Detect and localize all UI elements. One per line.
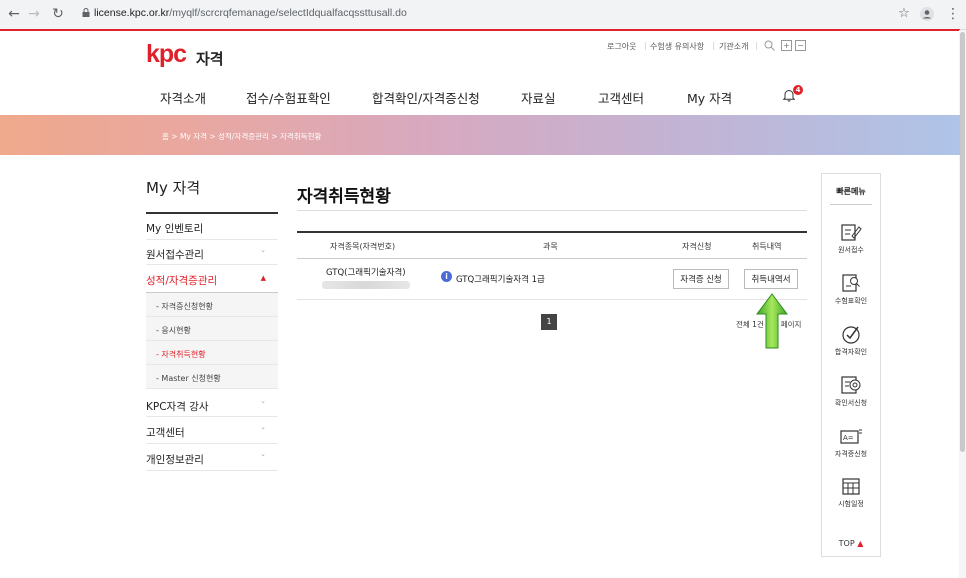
profile-icon[interactable] [920,7,934,21]
about-link[interactable]: 기관소개 [719,41,748,52]
sidebar-item-label: My 인벤토리 [146,223,204,235]
quick-item-confirmation[interactable]: 확인서신청 [822,375,880,408]
browser-toolbar: ← → ↻ license.kpc.or.kr/myqlf/scrcrqfema… [0,0,966,30]
sidebar-item-grades[interactable]: 성적/자격증관리 ▲ [146,265,278,293]
top-accent-line [0,29,960,31]
certificate-stamp-icon [841,376,861,394]
sidebar-sub-acquisition[interactable]: - 자격취득현황 [146,341,278,365]
id-card-icon: A= [840,429,862,444]
th-apply: 자격신청 [682,242,712,251]
quick-menu-divider [830,204,872,205]
quick-item-label: 원서접수 [838,246,864,254]
address-bar[interactable]: license.kpc.or.kr/myqlf/scrcrqfemanage/s… [94,7,407,19]
quick-item-label: 수험표확인 [834,297,868,305]
zoom-in-icon[interactable]: + [781,40,792,51]
gnb-item-archive[interactable]: 자료실 [521,88,556,107]
logo-mark: kpc [146,40,187,68]
top-label: TOP [838,539,855,548]
acquisition-history-button[interactable]: 취득내역서 [744,269,798,289]
ticket-search-icon [842,274,860,292]
sidebar-title: My 자격 [146,179,201,197]
th-subject: 과목 [543,242,558,251]
sidebar-sub-master[interactable]: - Master 신청현황 [146,365,278,389]
chevron-down-icon: ⌄ [260,397,266,405]
gnb-item-intro[interactable]: 자격소개 [160,88,206,107]
star-icon[interactable]: ☆ [896,6,912,21]
search-icon[interactable] [764,40,775,51]
gnb-item-pass-check[interactable]: 합격확인/자격증신청 [372,88,480,107]
scrollbar-thumb[interactable] [960,32,965,452]
sidebar-divider [146,212,278,214]
menu-dots-icon[interactable]: ⋮ [945,6,961,22]
util-divider: | [644,41,647,50]
calendar-icon [842,478,860,495]
quick-item-label: 시험일정 [838,500,864,508]
sidebar-item-label: 개인정보관리 [146,454,204,466]
sidebar-item-application[interactable]: 원서접수관리 ⌄ [146,240,278,265]
forward-icon[interactable]: → [26,6,42,22]
quick-item-label: 합격자확인 [834,348,868,356]
form-pen-icon [841,224,862,241]
quick-item-label: 자격증신청 [834,450,868,458]
redacted-cert-number [322,281,410,289]
apply-certificate-button[interactable]: 자격증 신청 [673,269,729,289]
table-top-border [297,231,807,233]
chevron-down-icon: ⌄ [260,246,266,254]
svg-text:A=: A= [843,434,854,442]
logout-link[interactable]: 로그아웃 [607,41,636,52]
lock-icon [82,8,90,17]
table-header-divider [297,258,807,259]
sidebar-item-label: KPC자격 강사 [146,401,209,413]
sidebar-item-support[interactable]: 고객센터 ⌄ [146,417,278,444]
th-history: 취득내역 [752,242,782,251]
chevron-down-icon: ⌄ [260,423,266,431]
quick-item-label: 확인서신청 [834,399,868,407]
arrow-up-icon: ▲ [857,539,864,548]
back-icon[interactable]: ← [6,6,22,22]
quick-menu-title: 빠른메뉴 [836,187,866,196]
cell-qualification: GTQ(그래픽기술자격) [326,268,406,278]
sidebar-item-privacy[interactable]: 개인정보관리 ⌄ [146,444,278,471]
sidebar-item-inventory[interactable]: My 인벤토리 [146,215,278,240]
chevron-up-icon: ▲ [260,274,266,282]
top-button[interactable]: TOP ▲ [822,539,880,548]
util-divider: | [712,41,715,50]
quick-item-pass[interactable]: 합격자확인 [822,324,880,357]
sidebar-item-label: 고객센터 [146,427,185,439]
sidebar-sub-exam-status[interactable]: - 응시현황 [146,317,278,341]
url-host: license.kpc.or.kr [94,7,170,19]
title-divider [297,210,807,211]
util-divider: | [755,41,758,50]
quick-item-application[interactable]: 원서접수 [822,222,880,255]
quick-item-schedule[interactable]: 시험일정 [822,476,880,509]
exam-notice-link[interactable]: 수험생 유의사항 [650,41,704,52]
pass-check-icon [842,326,860,344]
sidebar-sub-cert-apply[interactable]: - 자격증신청현황 [146,293,278,317]
chevron-down-icon: ⌄ [260,450,266,458]
zoom-out-icon[interactable]: − [795,40,806,51]
th-qualification: 자격종목(자격번호) [330,242,396,251]
logo-text: 자격 [196,50,224,68]
quick-item-certificate[interactable]: A= 자격증신청 [822,426,880,459]
quick-item-ticket[interactable]: 수험표확인 [822,273,880,306]
sidebar-item-instructor[interactable]: KPC자격 강사 ⌄ [146,391,278,417]
cell-subject: GTQ그래픽기술자격 1급 [456,275,545,285]
scrollbar[interactable] [959,30,966,578]
reload-icon[interactable]: ↻ [50,6,66,22]
sidebar-item-label: 원서접수관리 [146,249,204,261]
gnb-item-my[interactable]: My 자격 [687,88,732,107]
breadcrumb-banner [0,115,960,155]
page-title: 자격취득현황 [297,187,391,207]
page-button-1[interactable]: 1 [541,314,557,330]
arrow-up-annotation-icon [756,293,788,349]
breadcrumb: 홈 > My 자격 > 성적/자격증관리 > 자격취득현황 [162,132,322,141]
table-row-divider [297,299,807,300]
notification-badge: 4 [793,85,803,95]
quick-menu: 빠른메뉴 원서접수 수험표확인 합격자확인 확인서신청 A= 자격증신청 시험일… [821,173,881,557]
url-path: /myqlf/scrcrqfemanage/selectIdqualfacqss… [169,7,407,19]
info-icon[interactable]: i [441,271,452,282]
sidebar-item-label: 성적/자격증관리 [146,275,218,287]
gnb-item-registration[interactable]: 접수/수험표확인 [246,88,331,107]
gnb-item-support[interactable]: 고객센터 [598,88,644,107]
